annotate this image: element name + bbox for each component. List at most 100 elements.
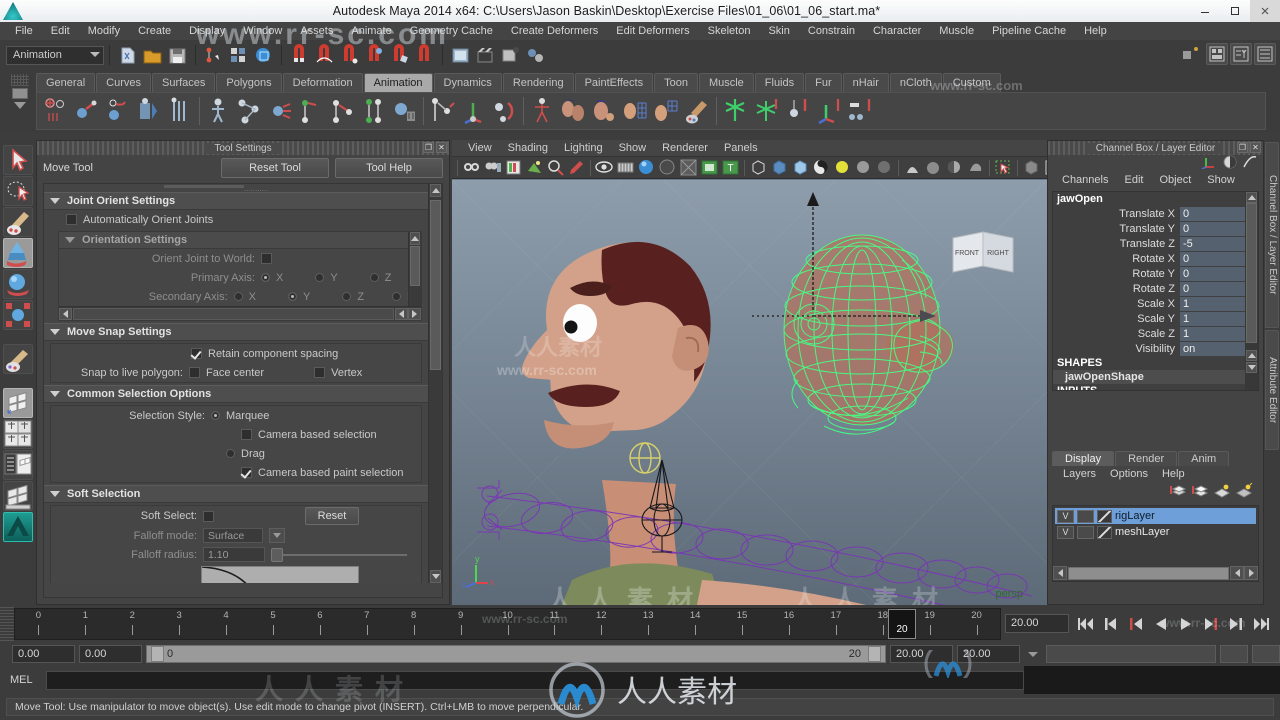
- channel-row-translate-z[interactable]: Translate Z -5: [1053, 236, 1258, 251]
- viewport-canvas[interactable]: FRONT RIGHT y x z persp 人人素材 www.rr-sc.c…: [452, 180, 1047, 605]
- shelf-overflow-icon[interactable]: [14, 102, 26, 109]
- falloff-radius-slider[interactable]: [271, 547, 407, 562]
- falloff-radius-slider-handle[interactable]: [271, 548, 283, 562]
- outliner-persp-layout-icon[interactable]: [3, 450, 33, 480]
- layer-name[interactable]: meshLayer: [1115, 526, 1169, 538]
- secondary-axis-x-radio[interactable]: [233, 292, 243, 301]
- camera-based-paint-selection-checkbox[interactable]: [241, 467, 252, 478]
- step-back-frame-button[interactable]: [1125, 614, 1147, 634]
- menu-create-deformers[interactable]: Create Deformers: [502, 22, 607, 40]
- auto-key-button[interactable]: [1220, 645, 1248, 663]
- no-lights-icon[interactable]: [658, 158, 677, 177]
- channel-box-table[interactable]: jawOpen Translate X 0 Translate Y 0 Tran…: [1052, 191, 1259, 391]
- ik-fk-icon[interactable]: [489, 95, 519, 127]
- new-layer-from-selected-icon[interactable]: [1191, 483, 1209, 501]
- paint-weights-icon[interactable]: [682, 95, 712, 127]
- shade-options-2-icon[interactable]: [875, 158, 894, 177]
- set-key-translate-icon[interactable]: [813, 95, 843, 127]
- set-key-icon[interactable]: [782, 95, 812, 127]
- isolate-select-icon[interactable]: [994, 158, 1013, 177]
- shelf-tab-nhair[interactable]: nHair: [842, 73, 889, 92]
- tool-help-button[interactable]: Tool Help: [335, 158, 443, 178]
- smooth-shade-selected-icon[interactable]: [791, 158, 810, 177]
- auto-orient-joints-checkbox[interactable]: [66, 214, 77, 225]
- orientation-settings-hscroll[interactable]: [59, 306, 421, 320]
- scroll-up-button[interactable]: [430, 184, 441, 197]
- time-slider-playhead[interactable]: 20: [888, 608, 916, 639]
- wrap-deformer-icon[interactable]: [651, 95, 681, 127]
- manipulator-axes-icon[interactable]: [1201, 155, 1217, 172]
- default-light-icon[interactable]: [637, 158, 656, 177]
- layer-visibility-toggle[interactable]: V: [1057, 509, 1074, 523]
- image-plane-icon[interactable]: [525, 158, 544, 177]
- animation-preferences-button[interactable]: [1252, 645, 1280, 663]
- shelf-grip-icon[interactable]: [11, 74, 29, 86]
- create-joint-icon[interactable]: [41, 95, 71, 127]
- soft-selection-reset-button[interactable]: Reset: [305, 507, 359, 525]
- snap-to-grid-icon[interactable]: [288, 43, 311, 67]
- section-move-snap-settings[interactable]: Move Snap Settings: [44, 323, 428, 341]
- tab-anim[interactable]: Anim: [1178, 451, 1230, 466]
- bookmarks-icon[interactable]: [504, 158, 523, 177]
- camera-based-selection-checkbox[interactable]: [241, 429, 252, 440]
- hardware-fog-icon[interactable]: [966, 158, 985, 177]
- layer-list[interactable]: V rigLayer V meshLayer: [1052, 505, 1259, 582]
- viewport-menu-renderer[interactable]: Renderer: [654, 142, 716, 154]
- ik-handle-icon[interactable]: [72, 95, 102, 127]
- close-panel-icon[interactable]: ✕: [436, 142, 447, 153]
- layer-membership-icon[interactable]: [1213, 483, 1231, 501]
- hypershade-persp-layout-icon[interactable]: [3, 481, 33, 511]
- secondary-axis-z-radio[interactable]: [342, 292, 352, 301]
- playback-options-caret-icon[interactable]: [1028, 651, 1038, 657]
- snap-to-projected-center-icon[interactable]: [363, 43, 386, 67]
- step-forward-key-button[interactable]: [1225, 614, 1247, 634]
- skeleton-figure-icon[interactable]: [203, 95, 233, 127]
- paint-selection-tool-icon[interactable]: [3, 207, 33, 237]
- scroll-right-button[interactable]: [1244, 566, 1258, 580]
- range-bar-right-handle[interactable]: [868, 646, 881, 662]
- menu-character[interactable]: Character: [864, 22, 930, 40]
- menu-edit[interactable]: Edit: [42, 22, 79, 40]
- face-center-checkbox[interactable]: [189, 367, 200, 378]
- layer-row-meshlayer[interactable]: V meshLayer: [1055, 524, 1256, 540]
- view-cube[interactable]: FRONT RIGHT: [951, 228, 1017, 278]
- save-scene-icon[interactable]: [166, 43, 189, 67]
- shelf-tab-general[interactable]: General: [36, 73, 96, 92]
- falloff-radius-field[interactable]: 1.10: [203, 547, 265, 562]
- constraint-orient-icon[interactable]: [327, 95, 357, 127]
- shelf-tab-curves[interactable]: Curves: [96, 73, 151, 92]
- shelf-tab-animation[interactable]: Animation: [363, 73, 433, 92]
- layer-state-toggle[interactable]: [1077, 509, 1094, 523]
- render-sequence-icon[interactable]: [474, 43, 497, 67]
- command-line-input[interactable]: [46, 670, 1024, 690]
- texture-on-icon[interactable]: [924, 158, 943, 177]
- maximize-button[interactable]: [1220, 0, 1250, 22]
- soft-select-checkbox[interactable]: [203, 510, 214, 522]
- reset-tool-button[interactable]: Reset Tool: [221, 158, 329, 178]
- channel-row-visibility[interactable]: Visibility on: [1053, 341, 1258, 356]
- two-d-pan-zoom-icon[interactable]: [546, 158, 565, 177]
- select-tool-icon[interactable]: [3, 145, 33, 175]
- menu-assets[interactable]: Assets: [291, 22, 342, 40]
- menu-skin[interactable]: Skin: [759, 22, 798, 40]
- snap-to-view-plane-icon[interactable]: [388, 43, 411, 67]
- hardware-texturing-icon[interactable]: [945, 158, 964, 177]
- render-settings-icon[interactable]: [499, 43, 522, 67]
- cluster-deformer-icon[interactable]: [720, 95, 750, 127]
- viewport-menu-shading[interactable]: Shading: [500, 142, 556, 154]
- dock-tab-attribute-editor[interactable]: Attribute Editor: [1265, 330, 1279, 450]
- section-soft-selection[interactable]: Soft Selection: [44, 485, 428, 503]
- close-button[interactable]: [1250, 0, 1280, 22]
- play-forwards-button[interactable]: [1175, 614, 1197, 634]
- shade-options-1-icon[interactable]: [854, 158, 873, 177]
- menu-constrain[interactable]: Constrain: [799, 22, 864, 40]
- clock-icon[interactable]: [1223, 155, 1237, 172]
- undock-panel-icon[interactable]: ❐: [423, 142, 434, 153]
- render-view-icon[interactable]: [449, 43, 472, 67]
- make-live-icon[interactable]: [413, 43, 436, 67]
- viewport-menu-view[interactable]: View: [460, 142, 500, 154]
- snap-to-curve-icon[interactable]: [313, 43, 336, 67]
- falloff-curve-graph[interactable]: [201, 566, 359, 583]
- constraint-point-icon[interactable]: [265, 95, 295, 127]
- channel-row-scale-z[interactable]: Scale Z 1: [1053, 326, 1258, 341]
